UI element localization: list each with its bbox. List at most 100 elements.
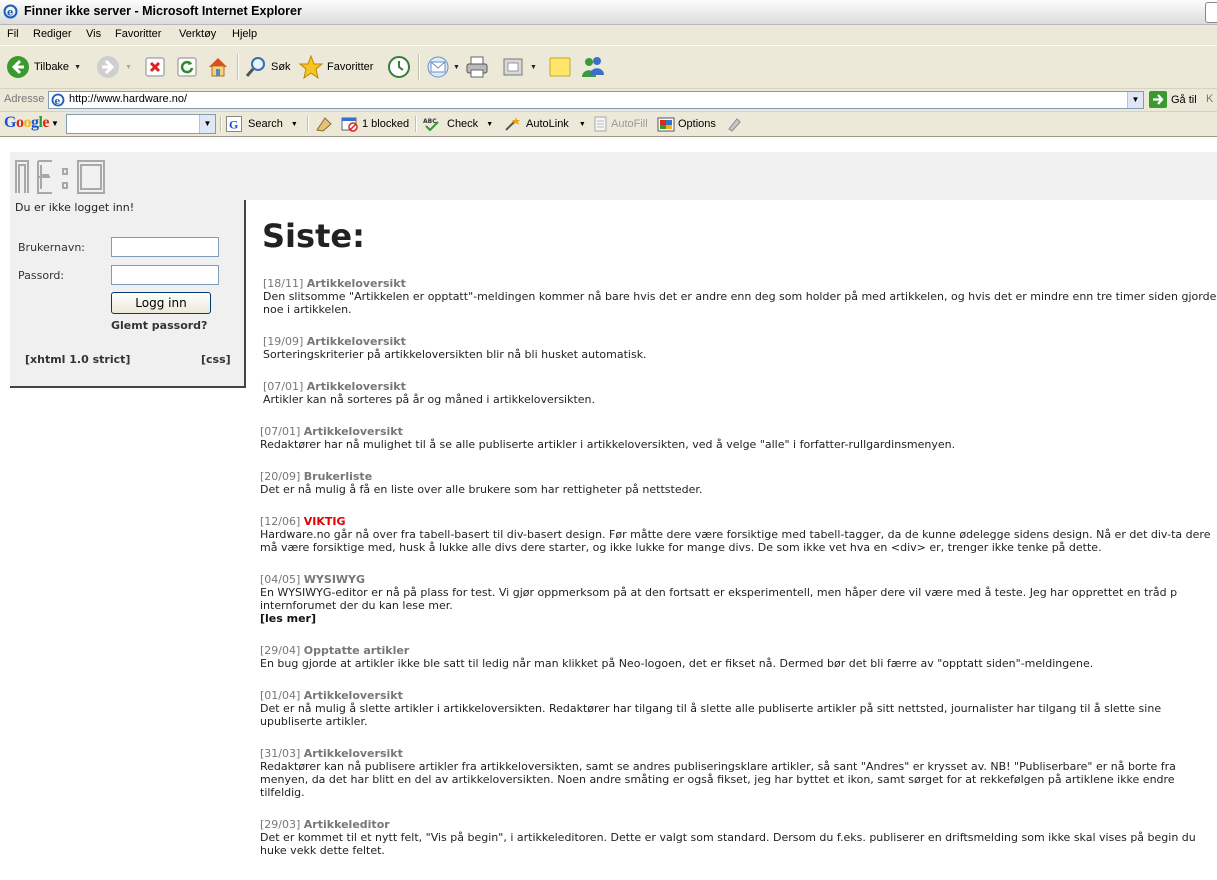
css-validator-link[interactable]: [css] bbox=[201, 353, 231, 366]
back-button[interactable]: Tilbake ▼ bbox=[6, 53, 81, 81]
news-item-header: [29/03] Artikkeleditor bbox=[260, 818, 1215, 831]
news-item: [12/06] VIKTIG Hardware.no går nå over fr… bbox=[260, 515, 1215, 554]
magic-wand-icon bbox=[505, 117, 520, 131]
news-text: Den slitsomme "Artikkelen er opptatt"-me… bbox=[263, 290, 1217, 316]
address-bar: Adresse e http://www.hardware.no/ ▼ Gå t… bbox=[0, 89, 1217, 112]
mail-button[interactable]: ▼ bbox=[426, 53, 460, 81]
username-field[interactable] bbox=[111, 237, 219, 257]
popup-blocker-button[interactable]: 1 blocked bbox=[341, 116, 409, 132]
messenger-icon bbox=[582, 57, 604, 77]
history-button[interactable] bbox=[386, 53, 412, 81]
news-item: [04/05] WYSIWYG En WYSIWYG-editor er nå p… bbox=[260, 573, 1215, 625]
chevron-down-icon[interactable]: ▼ bbox=[125, 64, 132, 71]
chevron-down-icon[interactable]: ▼ bbox=[453, 64, 460, 71]
news-title: Artikkeleditor bbox=[303, 818, 390, 831]
popup-blocked-icon bbox=[341, 117, 358, 132]
news-item-header: [12/06] VIKTIG bbox=[260, 515, 1215, 528]
pagerank-button[interactable] bbox=[315, 116, 333, 132]
toolbar-separator bbox=[220, 116, 222, 132]
go-button[interactable]: Gå til bbox=[1149, 91, 1197, 108]
google-search-label: Search bbox=[248, 118, 283, 130]
menu-bar: Fil Rediger Vis Favoritter Verktøy Hjelp bbox=[0, 25, 1217, 46]
highlight-button[interactable] bbox=[726, 116, 742, 132]
forgot-password-link[interactable]: Glemt passord? bbox=[111, 319, 207, 332]
news-text: Det er nå mulig å få en liste over alle … bbox=[260, 483, 703, 496]
read-more-link[interactable]: [les mer] bbox=[260, 612, 1215, 625]
blocked-label: 1 blocked bbox=[362, 118, 410, 130]
news-title: Brukerliste bbox=[303, 470, 373, 483]
google-logo-button[interactable]: Google ▼ bbox=[4, 114, 59, 132]
window-titlebar: e Finner ikke server - Microsoft Interne… bbox=[0, 0, 1217, 25]
news-item: [19/09] Artikkeloversikt Sorteringskriter… bbox=[263, 335, 1217, 361]
news-text: En bug gjorde at artikler ikke ble satt … bbox=[260, 657, 1094, 670]
google-search-button[interactable]: G Search ▼ bbox=[226, 116, 298, 132]
pagerank-icon bbox=[316, 117, 332, 132]
minimize-button[interactable] bbox=[1205, 2, 1217, 23]
toolbar-separator bbox=[237, 54, 239, 80]
address-input[interactable]: e http://www.hardware.no/ ▼ bbox=[48, 91, 1144, 109]
login-button[interactable]: Logg inn bbox=[111, 292, 211, 314]
chevron-down-icon[interactable]: ▼ bbox=[74, 64, 81, 71]
news-item-header: [18/11] Artikkeloversikt bbox=[263, 277, 1217, 290]
chevron-down-icon[interactable]: ▼ bbox=[199, 115, 215, 133]
password-label: Passord: bbox=[18, 269, 65, 282]
notes-button[interactable] bbox=[548, 53, 572, 81]
refresh-button[interactable] bbox=[176, 53, 198, 81]
news-date: [31/03] bbox=[260, 747, 301, 760]
news-title: Artikkeloversikt bbox=[306, 335, 406, 348]
news-text: Redaktører har nå mulighet til å se alle… bbox=[260, 438, 956, 451]
news-date: [18/11] bbox=[263, 277, 304, 290]
menu-favorites[interactable]: Favoritter bbox=[115, 28, 161, 40]
google-logo: Google bbox=[4, 114, 50, 131]
news-item-header: [19/09] Artikkeloversikt bbox=[263, 335, 1217, 348]
print-button[interactable] bbox=[464, 53, 490, 81]
options-button[interactable]: Options bbox=[657, 116, 716, 132]
favorites-button[interactable]: Favoritter bbox=[298, 53, 373, 81]
menu-view[interactable]: Vis bbox=[86, 28, 101, 40]
search-button[interactable]: Søk bbox=[244, 53, 291, 81]
address-label: Adresse bbox=[4, 93, 45, 105]
news-title: Opptatte artikler bbox=[303, 644, 410, 657]
neo-logo[interactable] bbox=[14, 155, 108, 198]
news-date: [19/09] bbox=[263, 335, 304, 348]
menu-help[interactable]: Hjelp bbox=[232, 28, 257, 40]
google-search-input[interactable]: ▼ bbox=[66, 114, 216, 134]
spell-check-button[interactable]: ABC Check ▼ bbox=[423, 116, 493, 132]
stop-button[interactable] bbox=[144, 53, 166, 81]
menu-edit[interactable]: Rediger bbox=[33, 28, 72, 40]
autofill-button[interactable]: AutoFill bbox=[593, 116, 648, 132]
news-section: Siste: bbox=[262, 217, 1217, 255]
google-toolbar: Google ▼ ▼ G Search ▼ 1 blocked ABC Chec… bbox=[0, 112, 1217, 137]
menu-file[interactable]: Fil bbox=[7, 28, 19, 40]
news-title: Artikkeloversikt bbox=[306, 277, 406, 290]
menu-tools[interactable]: Verktøy bbox=[179, 28, 216, 40]
autolink-button[interactable]: AutoLink ▼ bbox=[503, 116, 586, 132]
xhtml-validator-link[interactable]: [xhtml 1.0 strict] bbox=[25, 353, 130, 366]
news-item-header: [07/01] Artikkeloversikt bbox=[263, 380, 1217, 393]
home-icon bbox=[209, 58, 227, 77]
history-icon bbox=[388, 56, 410, 78]
svg-text:G: G bbox=[229, 118, 238, 132]
internet-explorer-icon: e bbox=[3, 4, 18, 19]
news-item: [29/04] Opptatte artikler En bug gjorde a… bbox=[260, 644, 1215, 670]
chevron-down-icon[interactable]: ▼ bbox=[1127, 92, 1143, 108]
chevron-down-icon[interactable]: ▼ bbox=[530, 64, 537, 71]
chevron-down-icon[interactable]: ▼ bbox=[579, 121, 586, 128]
news-date: [29/04] bbox=[260, 644, 301, 657]
news-date: [07/01] bbox=[260, 425, 301, 438]
news-title: Artikkeloversikt bbox=[303, 689, 403, 702]
news-date: [01/04] bbox=[260, 689, 301, 702]
username-label: Brukernavn: bbox=[18, 241, 86, 254]
chevron-down-icon[interactable]: ▼ bbox=[291, 121, 298, 128]
links-label[interactable]: K bbox=[1206, 93, 1213, 105]
forward-button[interactable]: ▼ bbox=[96, 53, 132, 81]
news-item-header: [31/03] Artikkeloversikt bbox=[260, 747, 1215, 760]
edit-button[interactable]: ▼ bbox=[502, 53, 537, 81]
chevron-down-icon[interactable]: ▼ bbox=[486, 121, 493, 128]
home-button[interactable] bbox=[206, 53, 230, 81]
svg-text:e: e bbox=[55, 97, 61, 107]
toolbar-separator bbox=[415, 116, 417, 132]
news-title: VIKTIG bbox=[303, 515, 346, 528]
messenger-button[interactable] bbox=[580, 53, 606, 81]
password-field[interactable] bbox=[111, 265, 219, 285]
